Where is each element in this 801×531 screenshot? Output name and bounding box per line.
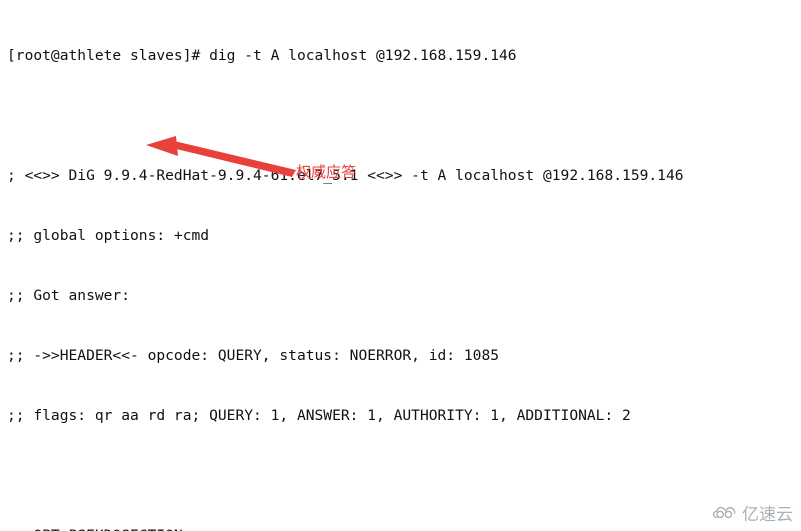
terminal-output[interactable]: [root@athlete slaves]# dig -t A localhos… bbox=[0, 0, 801, 531]
terminal-line-opt-pseudosection: ;; OPT PSEUDOSECTION: bbox=[7, 526, 801, 531]
terminal-line: [root@athlete slaves]# dig -t A localhos… bbox=[7, 47, 517, 64]
terminal-screenshot: [root@athlete slaves]# dig -t A localhos… bbox=[0, 0, 801, 531]
terminal-line-got-answer: ;; Got answer: bbox=[7, 287, 131, 304]
watermark-text: 亿速云 bbox=[742, 505, 793, 525]
terminal-line-header: ;; ->>HEADER<<- opcode: QUERY, status: N… bbox=[7, 347, 500, 364]
terminal-line-dig-version: ; <<>> DiG 9.9.4-RedHat-9.9.4-61.el7_5.1… bbox=[7, 167, 684, 184]
cloud-icon bbox=[712, 506, 736, 518]
watermark: 亿速云 bbox=[712, 500, 793, 525]
terminal-line-global-options: ;; global options: +cmd bbox=[7, 227, 210, 244]
terminal-line-flags: ;; flags: qr aa rd ra; QUERY: 1, ANSWER:… bbox=[7, 407, 631, 424]
